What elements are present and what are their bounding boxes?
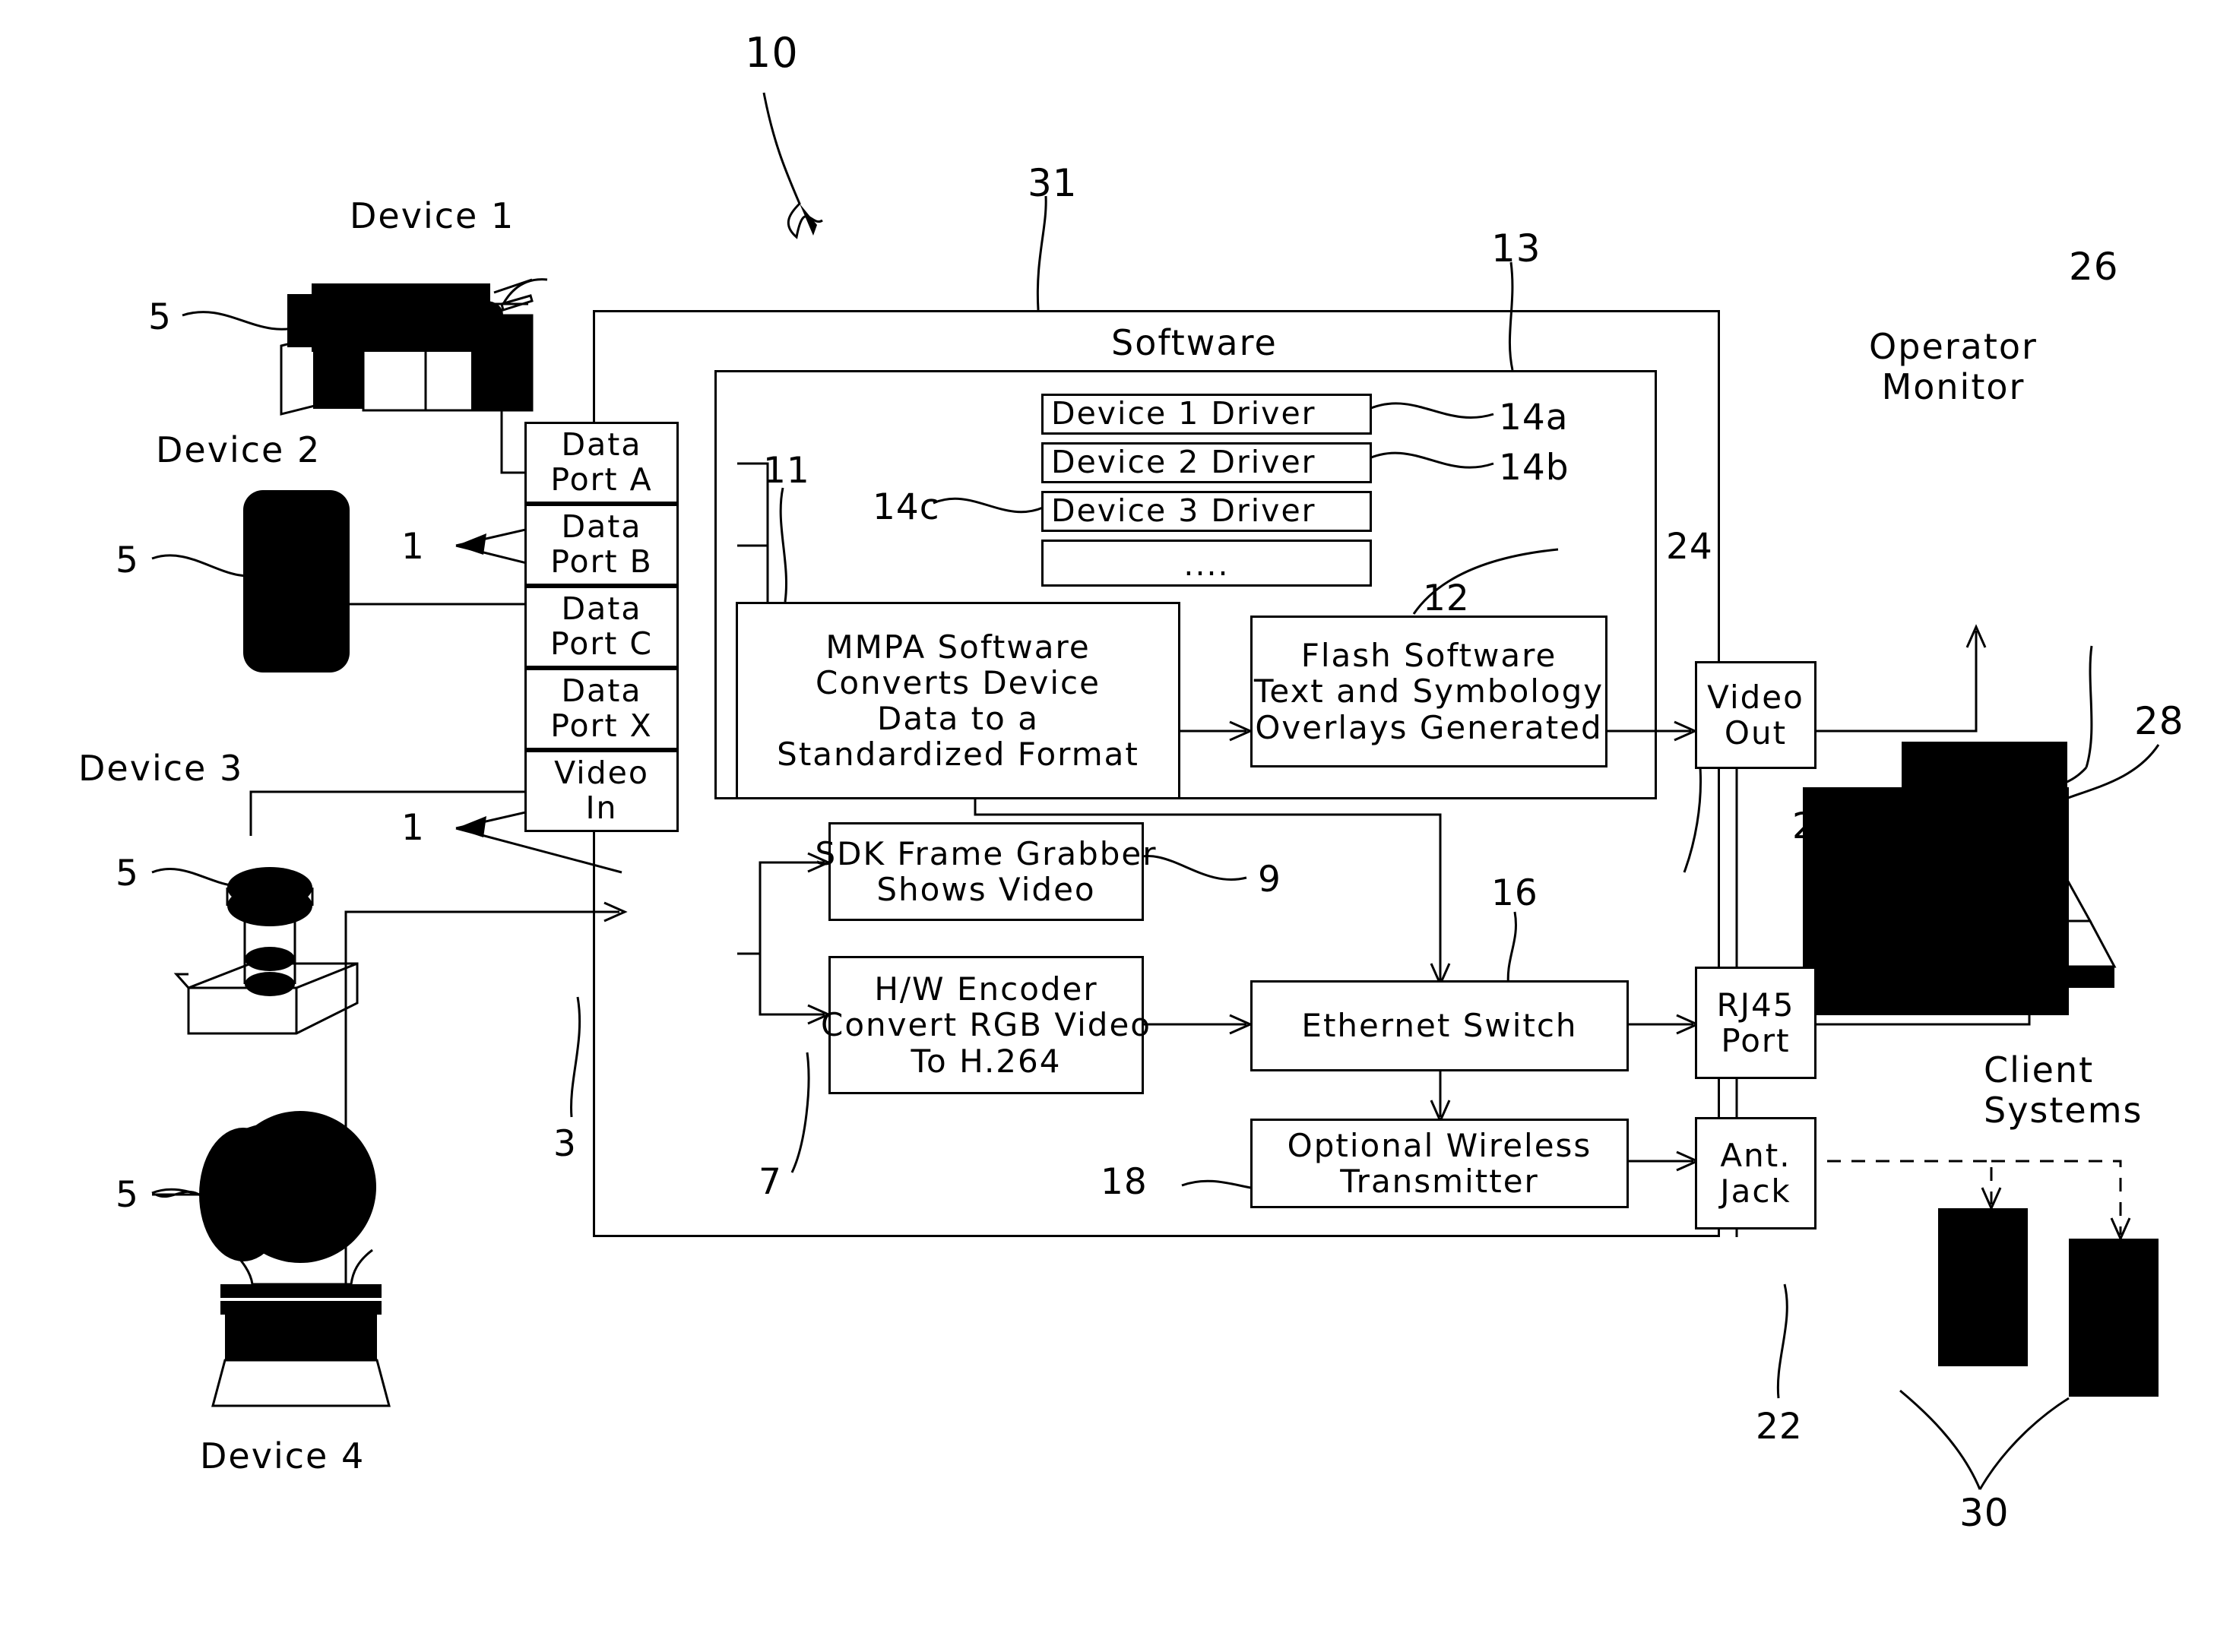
block-flash-software[interactable]: Flash Software Text and Symbology Overla… (1250, 616, 1607, 767)
mmpa-line1: MMPA Software (825, 628, 1091, 666)
ref-5-device2: 5 (116, 540, 139, 581)
operator-monitor-line2: Monitor (1881, 366, 2026, 407)
driver-device-3[interactable]: Device 3 Driver (1041, 491, 1372, 532)
port-c-line2: Port C (550, 625, 653, 662)
wireless-line2: Transmitter (1340, 1163, 1539, 1200)
client-systems-line2: Systems (1984, 1089, 2143, 1131)
ref-26-monitor: 26 (2069, 245, 2119, 289)
block-video-out[interactable]: Video Out (1695, 661, 1816, 769)
ref-30-phones: 30 (1959, 1491, 2010, 1535)
ref-1-bottom: 1 (401, 807, 425, 849)
port-c-line1: Data (561, 590, 642, 628)
encoder-line3: To H.264 (911, 1042, 1062, 1080)
ref-24-video-out: 24 (1666, 526, 1713, 568)
device-4-label: Device 4 (200, 1435, 366, 1476)
ref-18-wireless: 18 (1101, 1161, 1148, 1203)
ref-3-video-in: 3 (553, 1123, 577, 1165)
block-sdk-frame-grabber[interactable]: SDK Frame Grabber Shows Video (815, 822, 1156, 921)
flash-line3: Overlays Generated (1255, 708, 1603, 746)
port-x-line2: Port X (550, 707, 653, 744)
ref-16-ethernet: 16 (1491, 872, 1538, 914)
ref-11-mmpa: 11 (763, 450, 810, 492)
block-wireless-transmitter[interactable]: Optional Wireless Transmitter (1250, 1119, 1629, 1208)
sdk-line2: Shows Video (876, 871, 1096, 908)
video-in-line1: Video (554, 755, 649, 792)
driver-device-2[interactable]: Device 2 Driver (1041, 442, 1372, 483)
ant-jack-line1: Ant. (1720, 1136, 1791, 1174)
driver-ellipsis-label: .... (1183, 546, 1230, 584)
flash-line2: Text and Symbology (1253, 673, 1604, 710)
rj45-line2: Port (1721, 1022, 1791, 1059)
ref-13-software: 13 (1491, 226, 1541, 271)
ref-10-figure: 10 (745, 29, 799, 77)
ref-7-encoder: 7 (759, 1161, 782, 1203)
mmpa-line4: Standardized Format (777, 736, 1139, 774)
encoder-line2: Convert RGB Video (821, 1006, 1151, 1044)
port-b-line1: Data (561, 508, 642, 546)
port-data-b[interactable]: Data Port B (524, 504, 679, 586)
port-x-line1: Data (561, 673, 642, 710)
ref-5-device4: 5 (116, 1174, 139, 1216)
mmpa-line3: Data to a (877, 700, 1039, 737)
port-video-in[interactable]: Video In (524, 750, 679, 832)
driver-3-label: Device 3 Driver (1051, 492, 1316, 530)
rj45-line1: RJ45 (1716, 986, 1795, 1024)
ref-9-sdk: 9 (1258, 859, 1281, 900)
ant-jack-line2: Jack (1720, 1173, 1791, 1210)
ref-12-flash: 12 (1423, 578, 1470, 619)
block-mmpa-software[interactable]: MMPA Software Converts Device Data to a … (736, 602, 1180, 799)
ref-20-rj45: 20 (1792, 805, 1839, 847)
ref-31-system: 31 (1028, 161, 1078, 205)
port-a-line1: Data (561, 426, 642, 464)
port-b-line2: Port B (550, 543, 653, 580)
ref-14c: 14c (873, 486, 940, 528)
ref-5-device3: 5 (116, 853, 139, 894)
driver-more[interactable]: .... (1041, 540, 1372, 587)
wireless-line1: Optional Wireless (1287, 1126, 1592, 1164)
block-hw-encoder[interactable]: H/W Encoder Convert RGB Video To H.264 (821, 956, 1150, 1094)
client-systems-label: Client Systems (1984, 1050, 2197, 1131)
software-title: Software (1111, 322, 1278, 363)
client-systems-line1: Client (1984, 1049, 2095, 1090)
video-in-line2: In (585, 790, 618, 826)
device-3-label: Device 3 (78, 748, 244, 789)
video-out-line2: Out (1724, 714, 1788, 752)
video-out-line1: Video (1707, 678, 1804, 716)
operator-monitor-line1: Operator (1869, 326, 2038, 367)
port-a-line2: Port A (550, 461, 653, 498)
block-rj45-port[interactable]: RJ45 Port (1695, 967, 1816, 1079)
port-data-x[interactable]: Data Port X (524, 668, 679, 750)
device-2-label: Device 2 (156, 429, 321, 470)
device-1-label: Device 1 (350, 195, 515, 236)
driver-2-label: Device 2 Driver (1051, 444, 1316, 481)
ref-14a: 14a (1499, 397, 1569, 438)
ref-14b: 14b (1499, 447, 1569, 489)
mmpa-line2: Converts Device (816, 663, 1101, 701)
ethernet-label: Ethernet Switch (1301, 1007, 1578, 1045)
block-ant-jack[interactable]: Ant. Jack (1695, 1117, 1816, 1230)
ref-5-device1: 5 (148, 296, 172, 338)
port-data-c[interactable]: Data Port C (524, 586, 679, 668)
driver-1-label: Device 1 Driver (1051, 395, 1316, 432)
ref-28-laptop: 28 (2134, 699, 2184, 743)
sdk-line1: SDK Frame Grabber (815, 834, 1158, 872)
patent-figure: Device 1 Device 2 Device 3 Device 4 5 5 … (0, 0, 2214, 1652)
flash-line1: Flash Software (1300, 637, 1557, 675)
ref-1-top: 1 (401, 526, 425, 568)
ref-22-ant-jack: 22 (1756, 1406, 1803, 1448)
driver-device-1[interactable]: Device 1 Driver (1041, 394, 1372, 435)
block-ethernet-switch[interactable]: Ethernet Switch (1250, 980, 1629, 1071)
operator-monitor-label: Operator Monitor (1839, 327, 2067, 407)
port-data-a[interactable]: Data Port A (524, 422, 679, 504)
encoder-line1: H/W Encoder (874, 970, 1098, 1008)
